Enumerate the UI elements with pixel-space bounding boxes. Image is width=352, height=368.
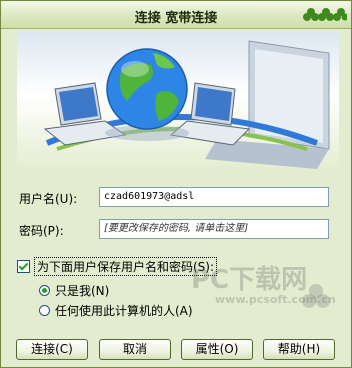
connect-dialog: 连接 宽带连接 用户名(U): czad601973@adsl 密码(P): [… (0, 0, 352, 368)
help-button[interactable]: 帮助(H) (263, 339, 335, 360)
radio-anyone-label: 任何使用此计算机的人(A) (55, 303, 193, 318)
username-label: 用户名(U): (19, 192, 78, 206)
clover-icon (303, 8, 347, 21)
window-title: 连接 宽带连接 (134, 11, 218, 26)
radio-only-me[interactable]: 只是我(N) (39, 282, 109, 298)
connection-banner (17, 31, 339, 173)
save-credentials-checkbox[interactable]: 为下面用户保存用户名和密码(S): (17, 256, 218, 276)
radio-anyone[interactable]: 任何使用此计算机的人(A) (39, 302, 193, 318)
radio-button[interactable] (39, 284, 50, 296)
connect-button[interactable]: 连接(C) (16, 339, 88, 360)
radio-button[interactable] (39, 304, 50, 316)
password-label: 密码(P): (19, 224, 64, 238)
watermark-url: www.pcsoft.com.cn (215, 293, 336, 306)
clover-watermark-icon (302, 284, 330, 308)
checkbox-box[interactable] (17, 259, 30, 273)
username-field[interactable]: czad601973@adsl (99, 187, 329, 207)
title-bar: 连接 宽带连接 (1, 1, 351, 29)
radio-only-me-label: 只是我(N) (55, 283, 110, 298)
save-credentials-label: 为下面用户保存用户名和密码(S): (34, 256, 218, 276)
password-field[interactable]: [要更改保存的密码, 请单击这里] (99, 219, 329, 239)
properties-button[interactable]: 属性(O) (181, 339, 253, 360)
cancel-button[interactable]: 取消 (99, 339, 171, 360)
